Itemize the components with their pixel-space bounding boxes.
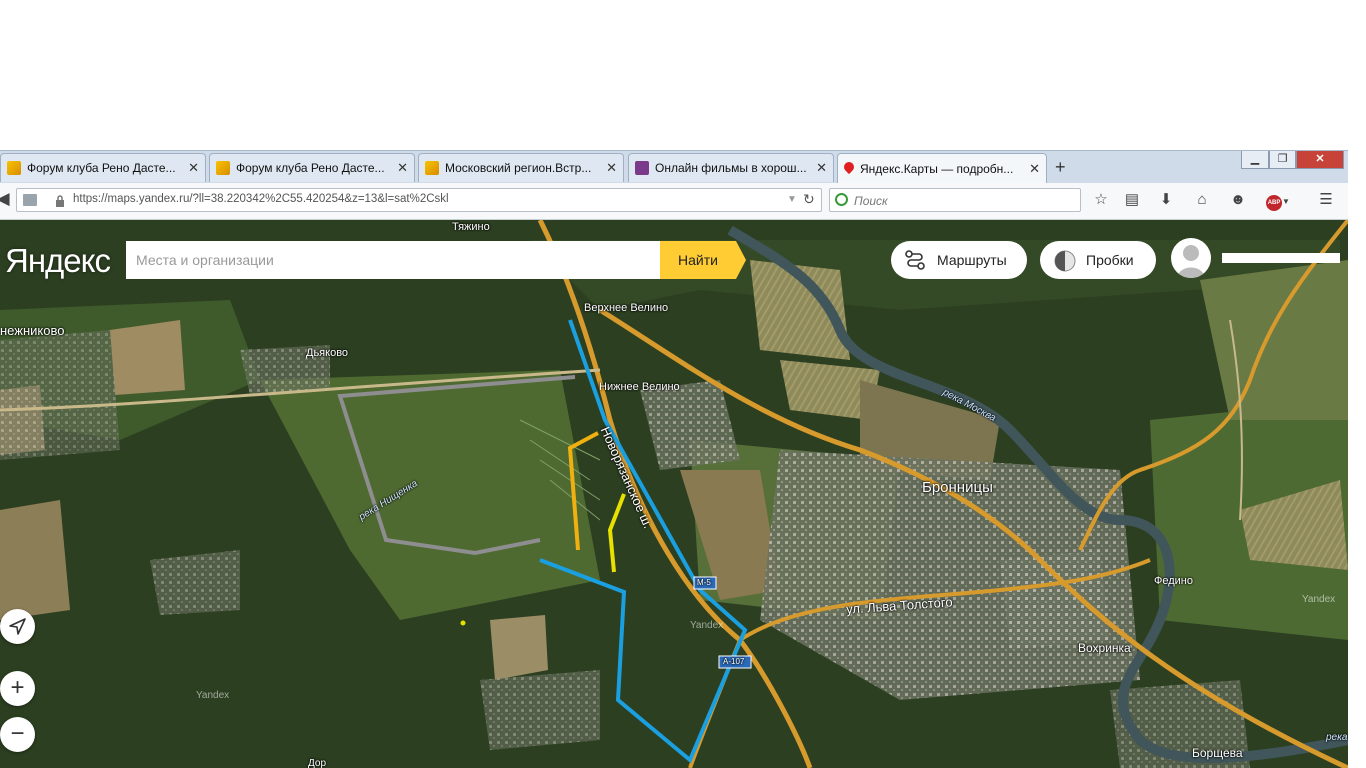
back-icon[interactable]: ◀	[0, 190, 12, 208]
routes-button[interactable]: Маршруты	[891, 241, 1027, 279]
road-shield-label: М-5	[697, 578, 711, 587]
home-icon[interactable]: ⌂	[1193, 191, 1211, 209]
yandex-logo[interactable]: Яндекс	[5, 242, 111, 280]
browser-tab[interactable]: Форум клуба Рено Дасте... ✕	[209, 153, 415, 182]
watermark: Yandex	[196, 690, 230, 701]
place-label: Верхнее Велино	[584, 302, 669, 314]
satellite-map[interactable]: Тяжино Верхнее Велино Нижнее Велино нежн…	[0, 220, 1348, 768]
routes-label: Маршруты	[937, 252, 1007, 268]
place-label: Борщева	[1192, 746, 1243, 760]
place-label: Дор	[308, 758, 327, 768]
close-tab-icon[interactable]: ✕	[816, 160, 827, 176]
map-imagery	[0, 220, 1348, 768]
new-tab-button[interactable]: +	[1055, 157, 1066, 178]
traffic-button[interactable]: Пробки	[1040, 241, 1156, 279]
traffic-label: Пробки	[1086, 252, 1134, 268]
search-engine-icon[interactable]	[835, 193, 848, 206]
adblock-icon[interactable]: ABP ▼	[1264, 191, 1292, 211]
place-label: Федино	[1154, 575, 1193, 587]
close-tab-icon[interactable]: ✕	[1029, 161, 1040, 177]
place-label: Тяжино	[452, 221, 490, 233]
zoom-out-button[interactable]: −	[0, 717, 35, 752]
location-arrow-icon	[9, 618, 26, 635]
zoom-in-button[interactable]: +	[0, 671, 35, 706]
user-icon	[1177, 245, 1205, 278]
close-window-button[interactable]: ✕	[1296, 151, 1344, 169]
close-tab-icon[interactable]: ✕	[606, 160, 617, 176]
bookmark-star-icon[interactable]: ☆	[1092, 191, 1110, 209]
reload-icon[interactable]: ↻	[803, 191, 815, 208]
road-shield-label: А-107	[723, 657, 745, 666]
tab-label: Онлайн фильмы в хорош...	[655, 161, 807, 175]
browser-tab[interactable]: Форум клуба Рено Дасте... ✕	[0, 153, 206, 182]
forum-favicon-icon	[216, 161, 230, 175]
place-label: нежниково	[0, 323, 65, 338]
route-icon	[905, 250, 925, 270]
menu-icon[interactable]: ☰	[1317, 191, 1335, 209]
username-redacted	[1222, 253, 1340, 263]
browser-nav-bar: ◀ https://maps.yandex.ru/?ll=38.220342%2…	[0, 183, 1348, 220]
restore-window-button[interactable]: ❐	[1269, 151, 1296, 169]
close-tab-icon[interactable]: ✕	[397, 160, 408, 176]
tab-label: Московский регион.Встр...	[445, 161, 592, 175]
geolocation-button[interactable]	[0, 609, 35, 644]
url-text: https://maps.yandex.ru/?ll=38.220342%2C5…	[73, 193, 449, 205]
tab-label: Форум клуба Рено Дасте...	[27, 161, 176, 175]
url-bar[interactable]: https://maps.yandex.ru/?ll=38.220342%2C5…	[16, 188, 822, 212]
browser-tab[interactable]: Онлайн фильмы в хорош... ✕	[628, 153, 834, 182]
tab-label: Яндекс.Карты — подробн...	[860, 161, 1014, 176]
browser-tab-bar: Форум клуба Рено Дасте... ✕ Форум клуба …	[0, 150, 1348, 183]
map-pin-favicon-icon	[844, 162, 854, 176]
lock-icon	[55, 194, 65, 207]
place-label: Дьяково	[306, 347, 349, 359]
watermark: Yandex	[1302, 594, 1336, 605]
place-search-input[interactable]: Места и организации	[126, 241, 660, 279]
forum-favicon-icon	[425, 161, 439, 175]
bookmarks-list-icon[interactable]: ▤	[1123, 191, 1141, 209]
close-tab-icon[interactable]: ✕	[188, 160, 199, 176]
minimize-window-button[interactable]: ▁	[1241, 151, 1269, 169]
browser-tab[interactable]: Московский регион.Встр... ✕	[418, 153, 624, 182]
place-label: Нижнее Велино	[599, 381, 680, 393]
chat-icon[interactable]: ☻	[1229, 191, 1247, 209]
page-info-icon[interactable]	[23, 194, 37, 206]
browser-search-placeholder: Поиск	[854, 194, 888, 208]
user-avatar[interactable]	[1171, 238, 1211, 278]
downloads-icon[interactable]: ⬇	[1157, 191, 1175, 209]
river-label: река	[1326, 732, 1348, 743]
watermark: Yandex	[690, 620, 724, 631]
forum-favicon-icon	[7, 161, 21, 175]
tab-label: Форум клуба Рено Дасте...	[236, 161, 385, 175]
browser-tab-active[interactable]: Яндекс.Карты — подробн... ✕	[837, 153, 1047, 183]
film-favicon-icon	[635, 161, 649, 175]
url-dropdown-icon[interactable]: ▼	[787, 194, 797, 205]
place-label: Вохринка	[1078, 641, 1131, 655]
city-label: Бронницы	[922, 479, 993, 496]
find-button[interactable]: Найти	[660, 241, 746, 279]
browser-search-box[interactable]: Поиск	[829, 188, 1081, 212]
traffic-icon	[1054, 250, 1076, 272]
